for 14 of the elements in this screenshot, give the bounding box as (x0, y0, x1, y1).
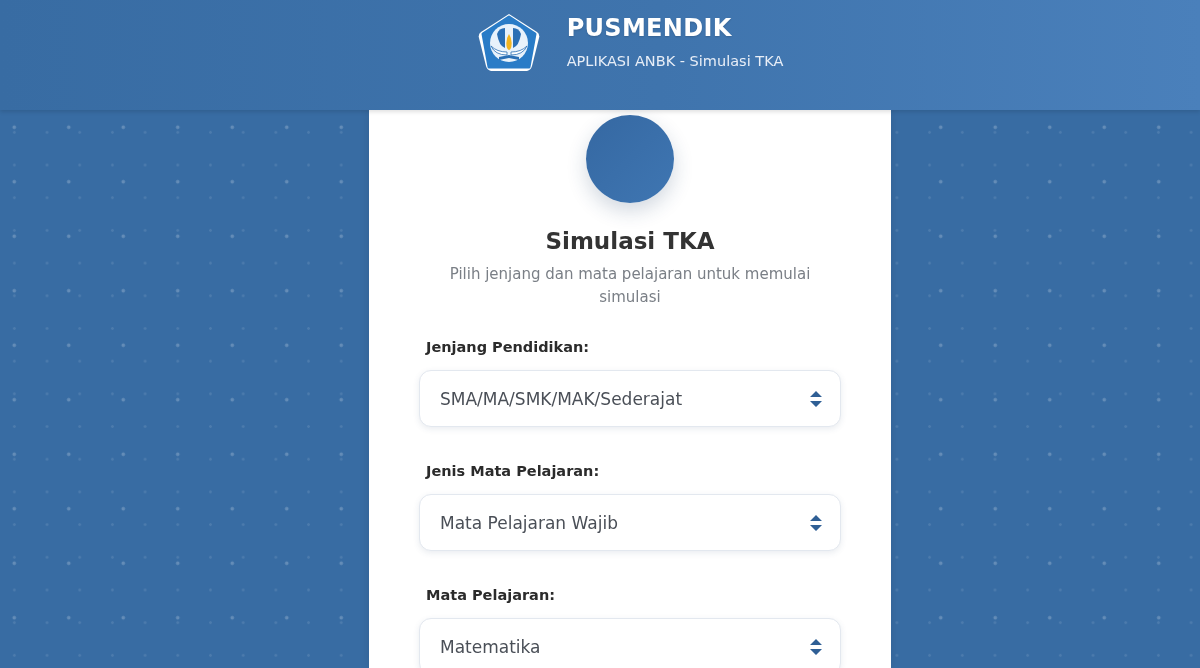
field-label: Mata Pelajaran: (425, 586, 556, 605)
field-label: Jenis Mata Pelajaran: (424, 462, 601, 481)
up-down-caret-icon (810, 390, 822, 407)
select-field[interactable]: SMA/MA/SMK/MAK/Sederajat (419, 370, 841, 427)
card-description: Pilih jenjang dan mata pelajaran untuk memulai simulasi (448, 264, 812, 308)
app-subtitle: APLIKASI ANBK - Simulasi TKA (566, 51, 784, 70)
up-down-caret-icon (810, 514, 822, 531)
card-title: Simulasi TKA (544, 227, 716, 256)
emblem-logo-icon (476, 12, 541, 74)
select-field[interactable]: Matematika (419, 618, 841, 668)
field-label: Jenjang Pendidikan: (424, 338, 591, 357)
app-title: PUSMENDIK (566, 12, 733, 43)
up-down-caret-icon (810, 638, 822, 655)
select-field[interactable]: Mata Pelajaran Wajib (419, 494, 841, 551)
